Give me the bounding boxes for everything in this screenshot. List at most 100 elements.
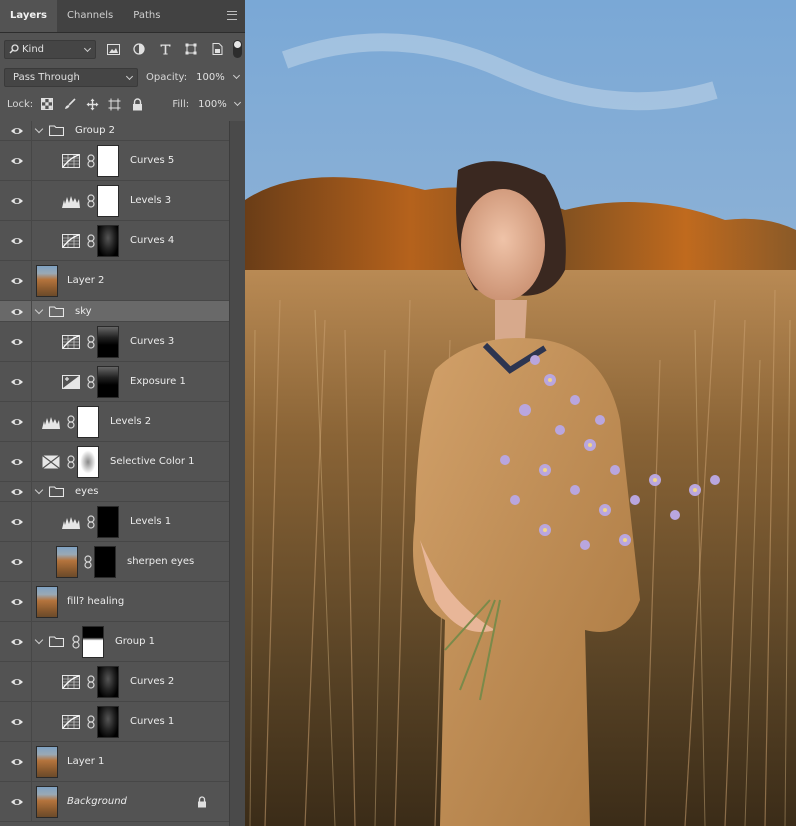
layer-row[interactable]: Curves 5 [0,141,229,181]
link-icon[interactable] [67,455,75,469]
link-icon[interactable] [84,555,92,569]
filter-kind-dropdown[interactable]: Kind [4,39,96,59]
blend-mode-dropdown[interactable]: Pass Through [4,67,138,87]
panel-tab-bar: Layers Channels Paths [0,0,245,33]
layer-mask-thumbnail[interactable] [97,506,119,538]
layer-mask-thumbnail[interactable] [97,185,119,217]
eye-icon[interactable] [10,555,24,569]
layer-mask-thumbnail[interactable] [97,225,119,257]
pixel-filter-icon[interactable] [106,42,120,56]
adjustment-filter-icon[interactable] [132,42,146,56]
link-icon[interactable] [87,335,95,349]
layer-row[interactable]: Layer 1 [0,742,229,782]
link-icon[interactable] [87,154,95,168]
eye-icon[interactable] [10,455,24,469]
lock-brush-icon[interactable] [63,97,77,111]
opacity-field[interactable]: 100% [192,68,244,87]
layer-row[interactable]: Curves 4 [0,221,229,261]
layer-row[interactable]: sky [0,301,229,322]
chevron-down-icon[interactable] [34,635,44,645]
layer-row[interactable]: Curves 2 [0,662,229,702]
layer-row[interactable]: eyes [0,482,229,502]
eye-icon[interactable] [10,274,24,288]
levels-icon [62,194,80,208]
layer-mask-thumbnail[interactable] [82,626,104,658]
chevron-down-icon[interactable] [34,124,44,134]
layer-mask-thumbnail[interactable] [97,366,119,398]
layer-name: Group 2 [75,125,115,136]
eye-icon[interactable] [10,154,24,168]
layer-row[interactable]: Levels 1 [0,502,229,542]
layer-row[interactable]: Curves 3 [0,322,229,362]
layer-row[interactable]: Levels 3 [0,181,229,221]
link-icon[interactable] [67,415,75,429]
layer-mask-thumbnail[interactable] [77,446,99,478]
layer-thumbnail [36,746,58,778]
layer-row[interactable]: Curves 1 [0,702,229,742]
filter-toggle[interactable] [233,40,242,58]
smart-object-filter-icon[interactable] [210,42,224,56]
layer-list: Group 2 Curves 5 Levels 3 Curves 4 Layer 2 sk… [0,121,245,826]
chevron-down-icon[interactable] [34,485,44,495]
eye-icon[interactable] [10,755,24,769]
fill-field[interactable]: 100% [194,95,245,114]
lock-artboard-icon[interactable] [108,97,122,111]
tab-channels[interactable]: Channels [57,0,123,32]
layer-mask-thumbnail[interactable] [97,706,119,738]
layer-mask-thumbnail[interactable] [97,666,119,698]
eye-icon[interactable] [10,124,24,138]
eye-icon[interactable] [10,675,24,689]
lock-transparency-icon[interactable] [40,97,54,111]
shape-filter-icon[interactable] [184,42,198,56]
eye-icon[interactable] [10,595,24,609]
eye-icon[interactable] [10,635,24,649]
levels-icon [62,515,80,529]
tab-layers[interactable]: Layers [0,0,57,32]
layer-row[interactable]: fill? healing [0,582,229,622]
link-icon[interactable] [87,375,95,389]
levels-icon [42,415,60,429]
layer-mask-thumbnail[interactable] [97,145,119,177]
canvas-photo [245,0,796,826]
link-icon[interactable] [87,515,95,529]
eye-icon[interactable] [10,234,24,248]
panel-menu-icon[interactable] [227,11,237,20]
lock-all-icon[interactable] [131,97,145,111]
layer-name: eyes [75,486,99,497]
search-icon [9,44,19,54]
layer-mask-thumbnail[interactable] [97,326,119,358]
type-filter-icon[interactable] [158,42,172,56]
layer-row[interactable]: Layer 2 [0,261,229,301]
folder-icon [48,305,65,317]
link-icon[interactable] [87,675,95,689]
layer-row[interactable]: Group 2 [0,121,229,141]
chevron-down-icon [83,44,92,52]
layer-name: Curves 3 [130,336,175,347]
eye-icon[interactable] [10,415,24,429]
layer-list-scrollbar[interactable] [229,121,245,826]
chevron-down-icon[interactable] [34,305,44,314]
tab-paths[interactable]: Paths [123,0,170,32]
eye-icon[interactable] [10,795,24,809]
eye-icon[interactable] [10,194,24,208]
eye-icon[interactable] [10,305,24,319]
layer-row[interactable]: Levels 2 [0,402,229,442]
layer-row[interactable]: Exposure 1 [0,362,229,402]
link-icon[interactable] [87,234,95,248]
eye-icon[interactable] [10,515,24,529]
eye-icon[interactable] [10,335,24,349]
eye-icon[interactable] [10,375,24,389]
layer-row[interactable]: Group 1 [0,622,229,662]
lock-move-icon[interactable] [85,97,99,111]
link-icon[interactable] [87,715,95,729]
eye-icon[interactable] [10,715,24,729]
layer-row[interactable]: Selective Color 1 [0,442,229,482]
link-icon[interactable] [72,635,80,649]
folder-icon [48,636,65,648]
layer-row[interactable]: sherpen eyes [0,542,229,582]
eye-icon[interactable] [10,485,24,499]
link-icon[interactable] [87,194,95,208]
layer-mask-thumbnail[interactable] [94,546,116,578]
layer-row[interactable]: Background [0,782,229,822]
layer-mask-thumbnail[interactable] [77,406,99,438]
